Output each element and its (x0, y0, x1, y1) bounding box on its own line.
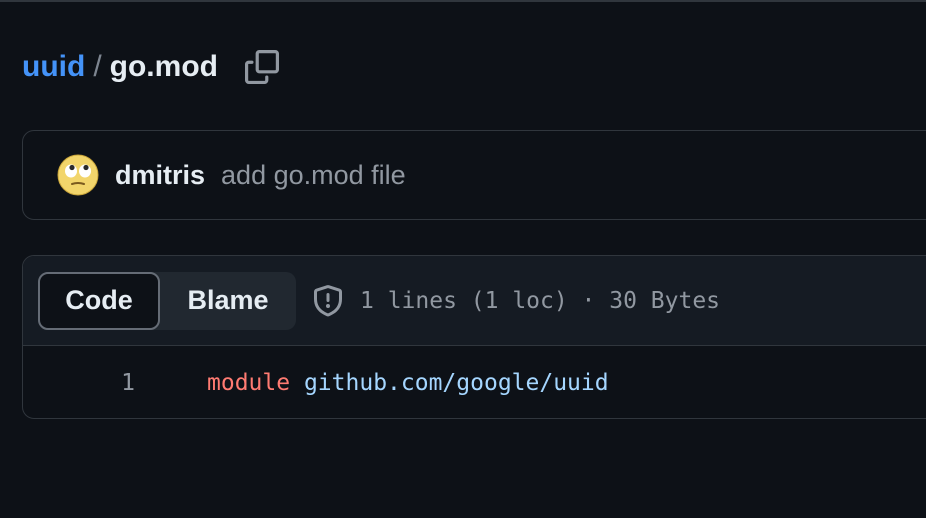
file-header: Code Blame 1 lines (1 loc) · 30 Bytes (23, 256, 926, 346)
copy-icon (244, 50, 279, 84)
breadcrumb-separator: / (93, 50, 102, 83)
view-toggle: Code Blame (38, 271, 296, 330)
tab-code[interactable]: Code (38, 271, 160, 330)
avatar[interactable] (57, 154, 99, 196)
file-viewer: Code Blame 1 lines (1 loc) · 30 Bytes 1 … (22, 255, 926, 419)
line-number[interactable]: 1 (23, 370, 135, 396)
shield-icon (312, 284, 344, 317)
latest-commit-box: dmitris add go.mod file (22, 130, 926, 220)
copy-path-button[interactable] (244, 49, 280, 85)
code-module-path: github.com/google/uuid (303, 370, 609, 396)
file-stats: 1 lines (1 loc) · 30 Bytes (360, 287, 721, 314)
breadcrumb: uuid / go.mod (22, 44, 280, 90)
top-divider (0, 0, 926, 2)
code-text: module github.com/google/uuid (207, 370, 609, 396)
breadcrumb-repo-link[interactable]: uuid (22, 50, 85, 84)
code-line: 1 module github.com/google/uuid (23, 346, 926, 418)
tab-blame[interactable]: Blame (160, 272, 296, 330)
breadcrumb-file-name: go.mod (109, 50, 218, 83)
code-keyword: module (207, 370, 291, 396)
commit-author[interactable]: dmitris (115, 160, 205, 191)
commit-message[interactable]: add go.mod file (221, 160, 406, 191)
